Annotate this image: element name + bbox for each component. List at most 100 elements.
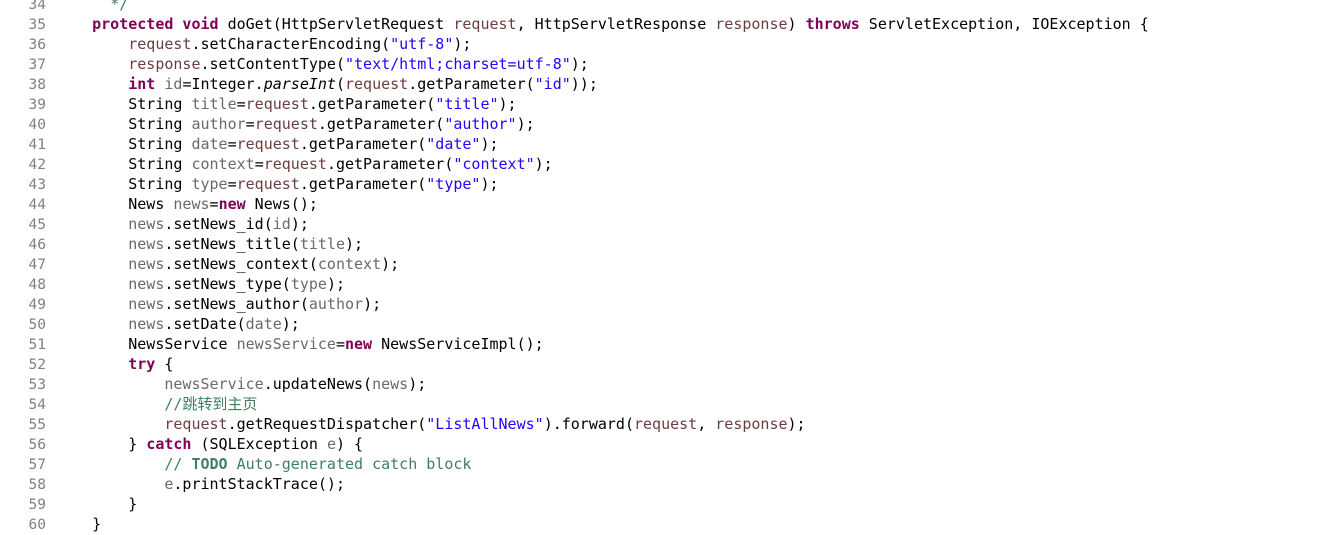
token-plain: ) [787, 15, 806, 33]
code-line[interactable]: 40 String author=request.getParameter("a… [0, 114, 1327, 134]
code-line[interactable]: 60 } [0, 514, 1327, 534]
token-plain: ); [408, 375, 427, 393]
code-line[interactable]: 57 // TODO Auto-generated catch block [0, 454, 1327, 474]
token-plain: ); [326, 275, 345, 293]
token-str: "author" [444, 115, 517, 133]
code-line[interactable]: 46 news.setNews_title(title); [0, 234, 1327, 254]
line-number: 40 [28, 117, 46, 133]
token-param: request [236, 135, 300, 153]
token-plain: .getParameter( [308, 95, 436, 113]
token-kw: try [128, 355, 156, 373]
token-plain: .setDate( [164, 315, 246, 333]
line-source: news.setNews_type(type); [56, 275, 345, 293]
token-plain: .setCharacterEncoding( [191, 35, 391, 53]
line-source: String context=request.getParameter("con… [56, 155, 552, 173]
token-local: type [290, 275, 327, 293]
line-source: news.setNews_id(id); [56, 215, 309, 233]
line-source: request.setCharacterEncoding("utf-8"); [56, 35, 471, 53]
token-cmt: Auto-generated catch block [227, 455, 472, 473]
line-number: 49 [28, 297, 46, 313]
token-plain: NewsService [56, 335, 237, 353]
code-line[interactable]: 42 String context=request.getParameter("… [0, 154, 1327, 174]
code-line[interactable]: 45 news.setNews_id(id); [0, 214, 1327, 234]
line-number: 59 [28, 497, 46, 513]
token-param: request [236, 175, 300, 193]
line-source: String type=request.getParameter("type")… [56, 175, 498, 193]
token-plain: ( [335, 75, 345, 93]
code-line[interactable]: 49 news.setNews_author(author); [0, 294, 1327, 314]
code-line[interactable]: 37 response.setContentType("text/html;ch… [0, 54, 1327, 74]
code-line[interactable]: 55 request.getRequestDispatcher("ListAll… [0, 414, 1327, 434]
code-line[interactable]: 35 protected void doGet(HttpServletReque… [0, 14, 1327, 34]
token-local: context [317, 255, 382, 273]
line-number: 47 [28, 257, 46, 273]
token-local: news [372, 375, 409, 393]
token-plain: (SQLException [191, 435, 327, 453]
line-number: 56 [28, 437, 46, 453]
token-param: request [164, 415, 228, 433]
token-param: request [254, 115, 318, 133]
line-source: News news=new News(); [56, 195, 318, 213]
token-plain: String [56, 95, 192, 113]
line-source: String title=request.getParameter("title… [56, 95, 516, 113]
code-line[interactable]: 34 */ [0, 0, 1327, 14]
token-plain: ); [345, 235, 364, 253]
token-param: response [128, 55, 201, 73]
token-plain: String [56, 175, 192, 193]
token-plain: ); [453, 35, 472, 53]
token-plain: .setNews_type( [164, 275, 291, 293]
line-number: 53 [28, 377, 46, 393]
code-line[interactable]: 59 } [0, 494, 1327, 514]
code-line[interactable]: 48 news.setNews_type(type); [0, 274, 1327, 294]
token-cmt: */ [110, 0, 129, 13]
token-plain: .setContentType( [200, 55, 346, 73]
token-plain: = [254, 155, 264, 173]
code-line[interactable]: 41 String date=request.getParameter("dat… [0, 134, 1327, 154]
code-line[interactable]: 52 try { [0, 354, 1327, 374]
code-line[interactable]: 56 } catch (SQLException e) { [0, 434, 1327, 454]
token-plain: ).forward( [543, 415, 634, 433]
code-line[interactable]: 58 e.printStackTrace(); [0, 474, 1327, 494]
code-line[interactable]: 38 int id=Integer.parseInt(request.getPa… [0, 74, 1327, 94]
token-plain: .setNews_context( [164, 255, 318, 273]
token-todo: TODO [191, 455, 228, 473]
line-number: 51 [28, 337, 46, 353]
line-number: 55 [28, 417, 46, 433]
token-plain: ServletException, IOException { [859, 15, 1149, 33]
code-line[interactable]: 51 NewsService newsService=new NewsServi… [0, 334, 1327, 354]
line-source: news.setDate(date); [56, 315, 300, 333]
code-line[interactable]: 47 news.setNews_context(context); [0, 254, 1327, 274]
token-param: response [715, 15, 788, 33]
token-str: "date" [426, 135, 481, 153]
line-number: 44 [28, 197, 46, 213]
line-number: 35 [28, 17, 46, 33]
code-line[interactable]: 36 request.setCharacterEncoding("utf-8")… [0, 34, 1327, 54]
code-line[interactable]: 50 news.setDate(date); [0, 314, 1327, 334]
code-line[interactable]: 53 newsService.updateNews(news); [0, 374, 1327, 394]
code-line[interactable]: 39 String title=request.getParameter("ti… [0, 94, 1327, 114]
line-number: 37 [28, 57, 46, 73]
line-source: int id=Integer.parseInt(request.getParam… [56, 75, 598, 93]
code-editor[interactable]: 34 */35 protected void doGet(HttpServlet… [0, 0, 1327, 534]
line-number: 45 [28, 217, 46, 233]
code-line[interactable]: 44 News news=new News(); [0, 194, 1327, 214]
code-lines-container[interactable]: 34 */35 protected void doGet(HttpServlet… [0, 0, 1327, 534]
token-str: "text/html;charset=utf-8" [345, 55, 571, 73]
token-kw: catch [146, 435, 192, 453]
token-local: e [326, 435, 336, 453]
line-source: news.setNews_author(author); [56, 295, 381, 313]
token-plain: ); [570, 55, 589, 73]
code-line[interactable]: 54 //跳转到主页 [0, 394, 1327, 414]
token-plain: String [56, 155, 192, 173]
token-local: newsService [236, 335, 336, 353]
code-line[interactable]: 43 String type=request.getParameter("typ… [0, 174, 1327, 194]
token-param: request [634, 415, 698, 433]
line-source: } [56, 495, 137, 513]
